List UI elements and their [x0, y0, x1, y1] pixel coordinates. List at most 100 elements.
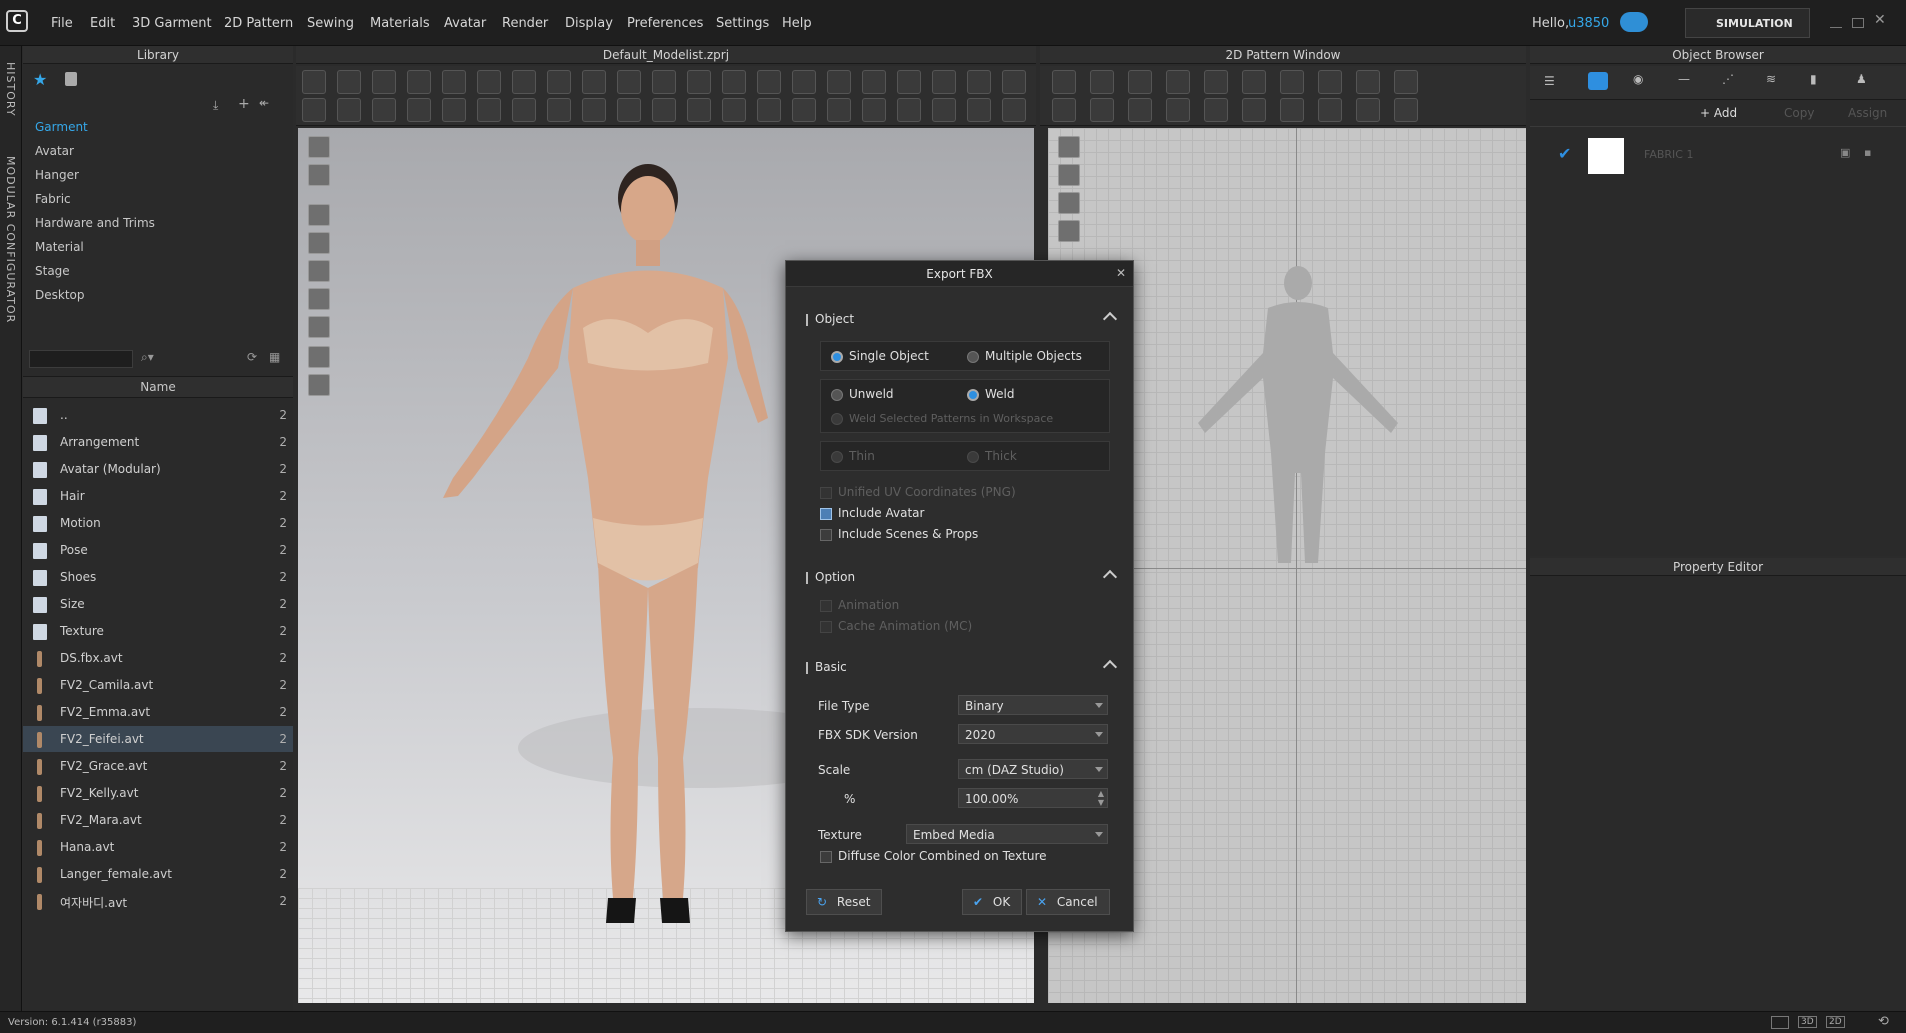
fabric-delete-icon[interactable]: ▪ [1864, 146, 1871, 159]
close-window-icon[interactable]: ✕ [1874, 12, 1886, 28]
username-link[interactable]: u3850 [1568, 16, 1609, 31]
unweld-radio[interactable] [831, 389, 843, 401]
menu-2d-pattern[interactable]: 2D Pattern [224, 16, 293, 31]
simulation-mode-dropdown[interactable]: SIMULATION [1685, 8, 1810, 38]
dialog-close-icon[interactable]: ✕ [1116, 266, 1126, 280]
sync-icon[interactable]: ⟲ [1878, 1014, 1889, 1029]
diffuse-combined-checkbox[interactable] [820, 851, 832, 863]
include-avatar-checkbox[interactable] [820, 508, 832, 520]
minimize-icon[interactable] [1830, 18, 1842, 28]
refresh-icon[interactable]: ⟳ [247, 350, 257, 364]
reset-button[interactable]: ↻ Reset [806, 889, 882, 915]
toolbar-tool-icon[interactable] [1394, 70, 1418, 94]
toolbar-tool-icon[interactable] [722, 98, 746, 122]
viewport-tool-icon[interactable] [308, 136, 330, 158]
single-object-radio[interactable] [831, 351, 843, 363]
copy-button[interactable]: Copy [1784, 106, 1814, 120]
option-section-header[interactable]: Option [806, 569, 1119, 589]
scale-select[interactable]: cm (DAZ Studio) [958, 759, 1108, 779]
toolbar-tool-icon[interactable] [477, 98, 501, 122]
toolbar-tool-icon[interactable] [1204, 98, 1228, 122]
maximize-icon[interactable] [1852, 18, 1864, 28]
library-search-input[interactable] [29, 350, 133, 368]
category-hardware-trims[interactable]: Hardware and Trims [35, 216, 155, 230]
toolbar-tool-icon[interactable] [1280, 98, 1304, 122]
fabric-copy-icon[interactable]: ▣ [1840, 146, 1850, 159]
name-column-header[interactable]: Name [23, 376, 293, 398]
toolbar-tool-icon[interactable] [477, 70, 501, 94]
toolbar-tool-icon[interactable] [792, 70, 816, 94]
scale-percent-input[interactable]: 100.00% ▲ ▼ [958, 788, 1108, 808]
toolbar-tool-icon[interactable] [1128, 70, 1152, 94]
menu-3d-garment[interactable]: 3D Garment [132, 16, 212, 31]
line-tab-icon[interactable]: — [1678, 72, 1690, 86]
library-row[interactable]: Pose 2 [23, 537, 293, 563]
file-type-select[interactable]: Binary [958, 695, 1108, 715]
toolbar-tool-icon[interactable] [722, 70, 746, 94]
weld-radio[interactable] [967, 389, 979, 401]
menu-materials[interactable]: Materials [370, 16, 430, 31]
toolbar-tool-icon[interactable] [512, 70, 536, 94]
toolbar-tool-icon[interactable] [1318, 70, 1342, 94]
toolbar-tool-icon[interactable] [547, 98, 571, 122]
toolbar-tool-icon[interactable] [652, 98, 676, 122]
topstitch-tab-icon[interactable]: ⋰ [1722, 72, 1734, 86]
toolbar-tool-icon[interactable] [1280, 70, 1304, 94]
collapse-object-icon[interactable] [1102, 311, 1118, 327]
basic-section-header[interactable]: Basic [806, 659, 1119, 679]
library-row[interactable]: 여자바디.avt 2 [23, 888, 293, 914]
avatar-tab-icon[interactable]: ♟ [1856, 72, 1867, 86]
toolbar-tool-icon[interactable] [932, 98, 956, 122]
toolbar-tool-icon[interactable] [1356, 98, 1380, 122]
library-row[interactable]: FV2_Kelly.avt 2 [23, 780, 293, 806]
spinner-icon[interactable]: ▲ ▼ [1098, 789, 1104, 807]
back-icon[interactable]: ↞ [259, 96, 269, 110]
view-3d-button[interactable]: 3D [1798, 1016, 1817, 1028]
toolbar-tool-icon[interactable] [757, 70, 781, 94]
viewport-tool-icon[interactable] [1058, 164, 1080, 186]
viewport-tool-icon[interactable] [308, 164, 330, 186]
category-fabric[interactable]: Fabric [35, 192, 71, 206]
library-row[interactable]: FV2_Mara.avt 2 [23, 807, 293, 833]
toolbar-tool-icon[interactable] [687, 98, 711, 122]
library-row[interactable]: Hair 2 [23, 483, 293, 509]
toolbar-tool-icon[interactable] [1002, 98, 1026, 122]
download-icon[interactable]: ⤓ [213, 98, 218, 113]
library-row[interactable]: Langer_female.avt 2 [23, 861, 293, 887]
cloud-icon[interactable] [1620, 12, 1648, 32]
toolbar-tool-icon[interactable] [617, 70, 641, 94]
toolbar-tool-icon[interactable] [897, 98, 921, 122]
add-button[interactable]: + Add [1700, 106, 1737, 120]
zipper-tab-icon[interactable]: ≋ [1766, 72, 1776, 86]
toolbar-tool-icon[interactable] [1052, 98, 1076, 122]
library-row[interactable]: FV2_Emma.avt 2 [23, 699, 293, 725]
library-row[interactable]: DS.fbx.avt 2 [23, 645, 293, 671]
viewport-tool-icon[interactable] [308, 232, 330, 254]
toolbar-tool-icon[interactable] [1204, 70, 1228, 94]
search-icon[interactable]: ⌕▾ [141, 350, 154, 365]
menu-help[interactable]: Help [782, 16, 812, 31]
texture-select[interactable]: Embed Media [906, 824, 1108, 844]
bag-icon[interactable] [65, 72, 77, 86]
library-row[interactable]: FV2_Feifei.avt 2 [23, 726, 293, 752]
library-row[interactable]: Shoes 2 [23, 564, 293, 590]
collapse-basic-icon[interactable] [1102, 659, 1118, 675]
viewport-tool-icon[interactable] [308, 260, 330, 282]
menu-display[interactable]: Display [565, 16, 613, 31]
thin-radio[interactable] [831, 451, 843, 463]
viewport-tool-icon[interactable] [1058, 220, 1080, 242]
unified-uv-checkbox[interactable] [820, 487, 832, 499]
toolbar-tool-icon[interactable] [897, 70, 921, 94]
viewport-tool-icon[interactable] [308, 204, 330, 226]
ok-button[interactable]: ✔ OK [962, 889, 1022, 915]
cancel-button[interactable]: ✕ Cancel [1026, 889, 1110, 915]
menu-settings[interactable]: Settings [716, 16, 769, 31]
category-material[interactable]: Material [35, 240, 84, 254]
toolbar-tool-icon[interactable] [1052, 70, 1076, 94]
toolbar-tool-icon[interactable] [827, 70, 851, 94]
toolbar-tool-icon[interactable] [862, 70, 886, 94]
multiple-objects-radio[interactable] [967, 351, 979, 363]
toolbar-tool-icon[interactable] [442, 98, 466, 122]
cache-animation-checkbox[interactable] [820, 621, 832, 633]
category-stage[interactable]: Stage [35, 264, 70, 278]
